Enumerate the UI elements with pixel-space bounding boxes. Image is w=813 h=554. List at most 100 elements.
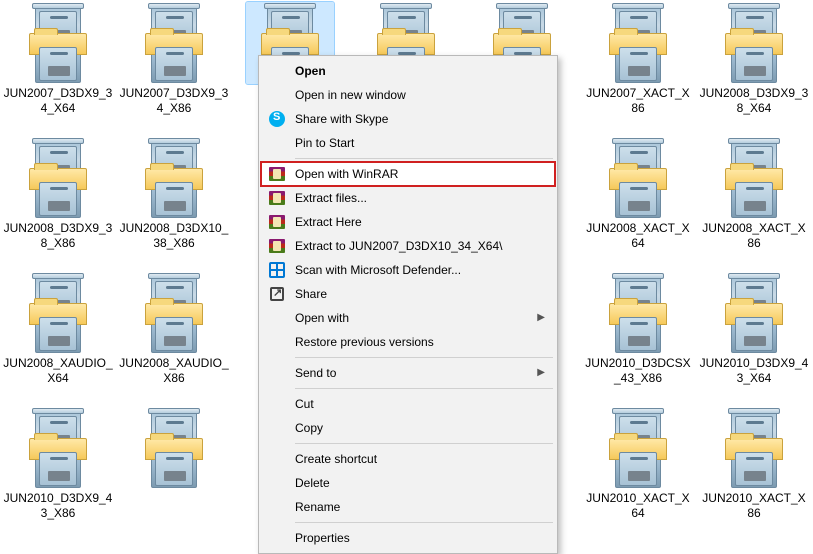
cabinet-icon	[145, 275, 203, 353]
menu-restore-versions[interactable]: Restore previous versions	[261, 330, 555, 354]
menu-separator	[295, 357, 553, 358]
menu-label: Properties	[295, 531, 350, 545]
file-label: JUN2010_D3DX9_43_X64	[699, 356, 809, 386]
winrar-icon	[268, 165, 286, 183]
menu-label: Extract files...	[295, 191, 367, 205]
file-label: JUN2008_D3DX10_38_X86	[119, 221, 229, 251]
cabinet-icon	[145, 5, 203, 83]
menu-cut[interactable]: Cut	[261, 392, 555, 416]
file-label: JUN2010_XACT_X86	[699, 491, 809, 521]
context-menu: Open Open in new window Share with Skype…	[258, 55, 558, 554]
submenu-arrow-icon: ▶	[537, 367, 545, 378]
file-item[interactable]: JUN2010_D3DX9_43_X86	[0, 405, 116, 540]
defender-icon	[268, 261, 286, 279]
file-item[interactable]: JUN2008_XACT_X64	[580, 135, 696, 270]
winrar-icon	[268, 189, 286, 207]
menu-label: Extract to JUN2007_D3DX10_34_X64\	[295, 239, 502, 253]
menu-label: Open with	[295, 311, 349, 325]
file-item[interactable]: JUN2010_XACT_X64	[580, 405, 696, 540]
menu-label: Open with WinRAR	[295, 167, 398, 181]
file-item[interactable]: JUN2010_XACT_X86	[696, 405, 812, 540]
file-label: JUN2007_D3DX9_34_X64	[3, 86, 113, 116]
menu-separator	[295, 443, 553, 444]
winrar-icon	[268, 237, 286, 255]
skype-icon	[268, 110, 286, 128]
file-item[interactable]: JUN2008_D3DX9_38_X86	[0, 135, 116, 270]
menu-label: Open	[295, 64, 326, 78]
menu-separator	[295, 388, 553, 389]
menu-copy[interactable]: Copy	[261, 416, 555, 440]
cabinet-icon	[29, 5, 87, 83]
cabinet-icon	[145, 140, 203, 218]
menu-label: Delete	[295, 476, 330, 490]
file-item[interactable]: JUN2008_XAUDIO_X64	[0, 270, 116, 405]
menu-pin-start[interactable]: Pin to Start	[261, 131, 555, 155]
menu-label: Cut	[295, 397, 314, 411]
file-label: JUN2008_XACT_X64	[583, 221, 693, 251]
file-item[interactable]	[116, 405, 232, 540]
cabinet-icon	[609, 140, 667, 218]
cabinet-icon	[725, 275, 783, 353]
file-item[interactable]: JUN2008_XAUDIO_X86	[116, 270, 232, 405]
file-item[interactable]: JUN2008_D3DX10_38_X86	[116, 135, 232, 270]
menu-open-new-window[interactable]: Open in new window	[261, 83, 555, 107]
file-label: JUN2008_XAUDIO_X64	[3, 356, 113, 386]
file-item[interactable]: JUN2007_D3DX9_34_X86	[116, 0, 232, 135]
file-item[interactable]: JUN2010_D3DX9_43_X64	[696, 270, 812, 405]
cabinet-icon	[609, 275, 667, 353]
file-label: JUN2010_XACT_X64	[583, 491, 693, 521]
file-label: JUN2007_XACT_X86	[583, 86, 693, 116]
menu-label: Open in new window	[295, 88, 406, 102]
menu-label: Share	[295, 287, 327, 301]
menu-delete[interactable]: Delete	[261, 471, 555, 495]
cabinet-icon	[29, 275, 87, 353]
cabinet-icon	[609, 5, 667, 83]
menu-send-to[interactable]: Send to ▶	[261, 361, 555, 385]
cabinet-icon	[725, 140, 783, 218]
file-label: JUN2008_D3DX9_38_X86	[3, 221, 113, 251]
file-item[interactable]: JUN2008_XACT_X86	[696, 135, 812, 270]
menu-open-with[interactable]: Open with ▶	[261, 306, 555, 330]
menu-extract-files[interactable]: Extract files...	[261, 186, 555, 210]
file-label: JUN2008_XAUDIO_X86	[119, 356, 229, 386]
cabinet-icon	[145, 410, 203, 488]
menu-label: Copy	[295, 421, 323, 435]
menu-label: Create shortcut	[295, 452, 377, 466]
file-item[interactable]: JUN2010_D3DCSX_43_X86	[580, 270, 696, 405]
winrar-icon	[268, 213, 286, 231]
menu-properties[interactable]: Properties	[261, 526, 555, 550]
menu-label: Scan with Microsoft Defender...	[295, 263, 461, 277]
cabinet-icon	[29, 140, 87, 218]
file-label: JUN2007_D3DX9_34_X86	[119, 86, 229, 116]
menu-share-skype[interactable]: Share with Skype	[261, 107, 555, 131]
menu-label: Pin to Start	[295, 136, 354, 150]
menu-separator	[295, 522, 553, 523]
menu-rename[interactable]: Rename	[261, 495, 555, 519]
menu-share[interactable]: Share	[261, 282, 555, 306]
file-item[interactable]: JUN2007_XACT_X86	[580, 0, 696, 135]
menu-extract-here[interactable]: Extract Here	[261, 210, 555, 234]
menu-create-shortcut[interactable]: Create shortcut	[261, 447, 555, 471]
file-item[interactable]: JUN2008_D3DX9_38_X64	[696, 0, 812, 135]
menu-label: Send to	[295, 366, 336, 380]
cabinet-icon	[29, 410, 87, 488]
menu-separator	[295, 158, 553, 159]
menu-defender-scan[interactable]: Scan with Microsoft Defender...	[261, 258, 555, 282]
cabinet-icon	[609, 410, 667, 488]
cabinet-icon	[725, 410, 783, 488]
file-label: JUN2008_XACT_X86	[699, 221, 809, 251]
submenu-arrow-icon: ▶	[537, 312, 545, 323]
file-label: JUN2008_D3DX9_38_X64	[699, 86, 809, 116]
menu-open[interactable]: Open	[261, 59, 555, 83]
file-label: JUN2010_D3DCSX_43_X86	[583, 356, 693, 386]
share-icon	[268, 285, 286, 303]
file-item[interactable]: JUN2007_D3DX9_34_X64	[0, 0, 116, 135]
cabinet-icon	[725, 5, 783, 83]
menu-label: Share with Skype	[295, 112, 388, 126]
menu-label: Restore previous versions	[295, 335, 434, 349]
menu-label: Extract Here	[295, 215, 362, 229]
menu-extract-to[interactable]: Extract to JUN2007_D3DX10_34_X64\	[261, 234, 555, 258]
menu-open-winrar[interactable]: Open with WinRAR	[261, 162, 555, 186]
menu-label: Rename	[295, 500, 340, 514]
file-label: JUN2010_D3DX9_43_X86	[3, 491, 113, 521]
